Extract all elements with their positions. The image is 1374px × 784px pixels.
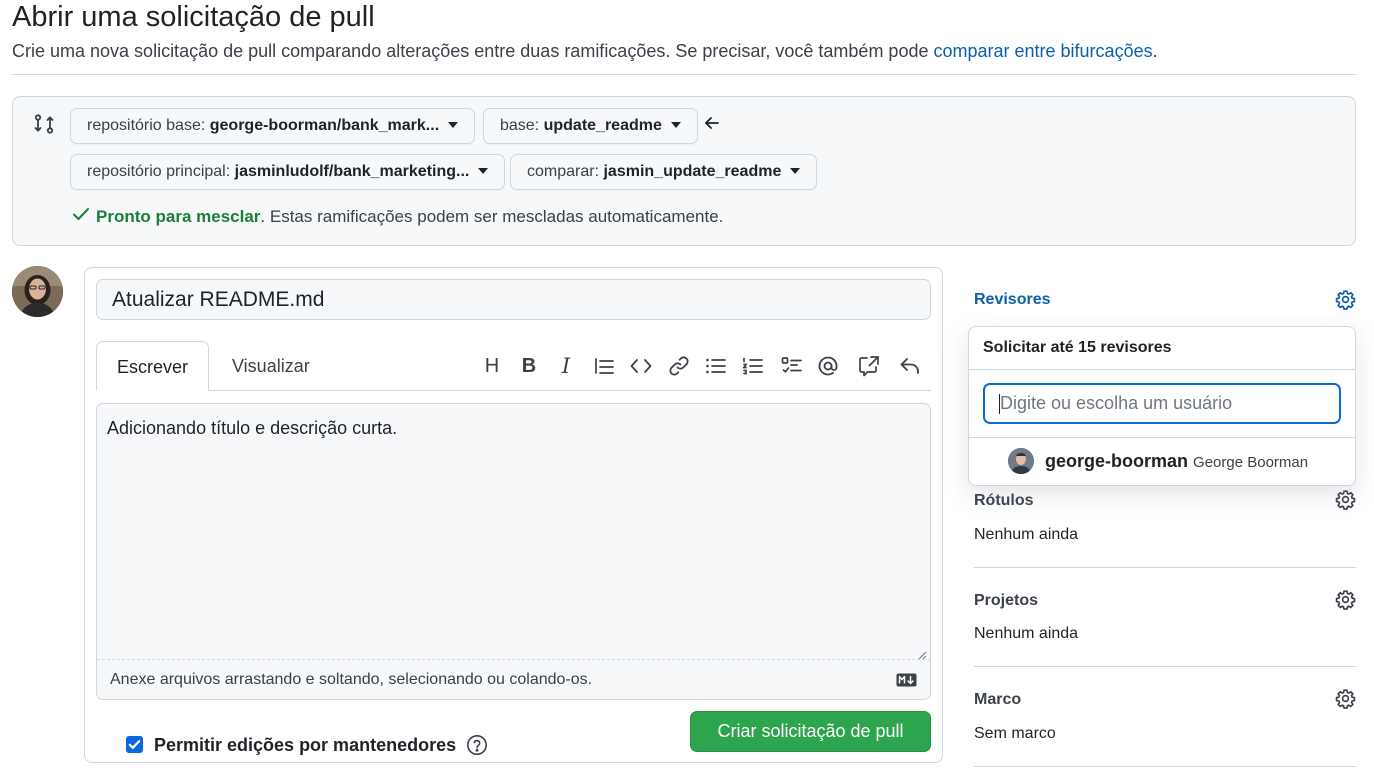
base-repository-select[interactable]: repositório base: george-boorman/bank_ma…	[70, 108, 476, 144]
reviewer-avatar	[1008, 448, 1034, 474]
tabs-divider	[96, 390, 931, 391]
arrow-left-icon	[702, 112, 722, 134]
body-textarea[interactable]	[96, 403, 931, 700]
attach-divider	[97, 659, 930, 660]
reviewers-dropdown-title: Solicitar até 15 revisores	[983, 339, 1172, 356]
caret-down-icon	[448, 121, 459, 128]
projects-value: Nenhum ainda	[974, 625, 1079, 642]
italic-icon[interactable]: I	[553, 353, 579, 379]
mention-icon[interactable]	[815, 353, 841, 379]
reviewer-login: george-boorman	[1045, 451, 1189, 471]
bold-icon[interactable]: B	[516, 353, 542, 379]
merge-status-text: . Estas ramificações podem ser mescladas…	[260, 207, 724, 226]
quote-icon[interactable]	[591, 353, 617, 379]
labels-gear-icon[interactable]	[1335, 489, 1356, 510]
ordered-list-icon[interactable]	[740, 353, 766, 379]
unordered-list-icon[interactable]	[703, 353, 729, 379]
base-branch-value: update_readme	[543, 117, 662, 134]
markdown-icon[interactable]	[896, 673, 917, 687]
code-icon[interactable]	[628, 353, 654, 379]
sidebar-divider	[974, 666, 1356, 667]
sidebar-divider	[974, 567, 1356, 568]
base-branch-select[interactable]: base: update_readme	[483, 108, 698, 144]
italic-glyph: I	[561, 354, 571, 378]
page-subtitle: Crie uma nova solicitação de pull compar…	[12, 39, 1158, 63]
reviewer-search-input[interactable]: Digite ou escolha um usuário	[983, 383, 1341, 424]
cross-reference-icon[interactable]	[856, 353, 882, 379]
compare-forks-link[interactable]: comparar entre bifurcações	[933, 41, 1152, 61]
tab-preview[interactable]: Visualizar	[232, 341, 310, 391]
check-icon	[72, 204, 90, 228]
help-icon[interactable]	[466, 734, 488, 756]
caret-down-icon	[478, 167, 489, 174]
page-title: Abrir uma solicitação de pull	[12, 1, 375, 33]
head-repo-label: repositório principal:	[87, 163, 231, 180]
milestone-value: Sem marco	[974, 725, 1056, 742]
milestone-gear-icon[interactable]	[1335, 688, 1356, 709]
reviewer-name: George Boorman	[1193, 454, 1309, 471]
labels-title[interactable]: Rótulos	[974, 490, 1034, 512]
head-repo-value: jasminludolf/bank_marketing...	[234, 163, 470, 180]
header-divider	[12, 74, 1356, 75]
reviewers-gear-icon[interactable]	[1335, 289, 1356, 310]
reviewers-title[interactable]: Revisores	[974, 289, 1051, 311]
caret-down-icon	[670, 121, 681, 128]
title-input[interactable]: Atualizar README.md	[96, 279, 931, 320]
tab-write[interactable]: Escrever	[96, 341, 209, 391]
allow-edits-label[interactable]: Permitir edições por mantenedores	[154, 733, 456, 757]
user-avatar[interactable]	[12, 266, 63, 317]
bold-glyph: B	[521, 354, 537, 377]
sidebar-divider	[974, 766, 1356, 767]
link-icon[interactable]	[666, 353, 692, 379]
merge-status-ok: Pronto para mesclar	[96, 207, 261, 226]
projects-gear-icon[interactable]	[1335, 589, 1356, 610]
dropdown-divider	[969, 369, 1355, 370]
caret-down-icon	[790, 167, 801, 174]
subtitle-text: Crie uma nova solicitação de pull compar…	[12, 41, 934, 61]
head-repository-select[interactable]: repositório principal: jasminludolf/bank…	[70, 154, 506, 190]
create-pull-request-button[interactable]: Criar solicitação de pull	[690, 711, 931, 752]
reply-icon[interactable]	[897, 353, 923, 379]
reviewer-option[interactable]: george-boorman George Boorman	[1045, 449, 1308, 475]
allow-edits-checkbox[interactable]	[126, 736, 143, 753]
subtitle-suffix: .	[1152, 41, 1158, 61]
dropdown-divider	[969, 437, 1355, 438]
base-branch-label: base:	[500, 117, 540, 134]
base-repo-label: repositório base:	[87, 117, 206, 134]
body-text: Adicionando título e descrição curta.	[107, 418, 398, 438]
compare-branch-value: jasmin_update_readme	[603, 163, 782, 180]
git-compare-icon	[33, 113, 55, 135]
heading-icon[interactable]: H	[479, 353, 505, 379]
attach-files-hint[interactable]: Anexe arquivos arrastando e soltando, se…	[110, 669, 592, 691]
task-list-icon[interactable]	[779, 353, 805, 379]
labels-value: Nenhum ainda	[974, 526, 1079, 543]
projects-title[interactable]: Projetos	[974, 590, 1038, 612]
base-repo-value: george-boorman/bank_mark...	[209, 117, 440, 134]
resize-handle-icon[interactable]	[917, 647, 927, 660]
heading-glyph: H	[484, 354, 500, 377]
merge-status: Pronto para mesclar. Estas ramificações …	[72, 205, 723, 230]
compare-branch-select[interactable]: comparar: jasmin_update_readme	[510, 154, 818, 190]
text-cursor	[999, 394, 1000, 414]
milestone-title[interactable]: Marco	[974, 689, 1021, 711]
compare-branch-label: comparar:	[527, 163, 600, 180]
